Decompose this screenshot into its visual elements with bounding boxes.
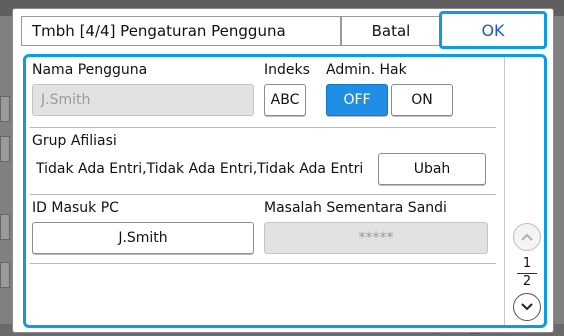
background-tab: [0, 262, 10, 288]
page-current: 1: [522, 256, 532, 271]
temp-password-field: *****: [264, 222, 488, 254]
temp-password-label: Masalah Sementara Sandi: [264, 200, 447, 216]
index-label: Indeks: [264, 62, 310, 78]
index-button[interactable]: ABC: [264, 84, 306, 116]
page-total: 2: [522, 274, 532, 289]
page-down-button[interactable]: [513, 293, 541, 321]
settings-form: Nama Pengguna J.Smith Indeks ABC Admin. …: [26, 57, 504, 325]
admin-on-button[interactable]: ON: [391, 84, 453, 116]
page-up-button[interactable]: [513, 223, 541, 251]
change-group-button[interactable]: Ubah: [378, 153, 486, 185]
pc-login-label: ID Masuk PC: [32, 200, 119, 216]
background-tab: [0, 214, 10, 240]
chevron-up-icon: [521, 233, 533, 241]
page-scroller: 1 2: [504, 57, 545, 325]
user-name-label: Nama Pengguna: [32, 62, 148, 78]
section-divider: [30, 194, 496, 195]
background-tab: [0, 96, 10, 122]
ok-button[interactable]: OK: [439, 11, 547, 49]
section-divider: [30, 263, 496, 264]
chevron-down-icon: [521, 303, 533, 311]
group-label: Grup Afiliasi: [32, 133, 117, 149]
background-tab: [0, 136, 10, 162]
group-value: Tidak Ada Entri,Tidak Ada Entri,Tidak Ad…: [36, 161, 364, 177]
user-settings-dialog: Tmbh [4/4] Pengaturan Pengguna Batal OK …: [12, 8, 554, 333]
admin-rights-label: Admin. Hak: [326, 62, 407, 78]
section-divider: [30, 127, 496, 128]
admin-off-button[interactable]: OFF: [326, 84, 388, 116]
cancel-button[interactable]: Batal: [341, 16, 441, 46]
settings-panel: Nama Pengguna J.Smith Indeks ABC Admin. …: [23, 54, 547, 328]
pc-login-button[interactable]: J.Smith: [32, 222, 254, 254]
dialog-title-bar: Tmbh [4/4] Pengaturan Pengguna Batal OK: [13, 9, 553, 53]
dialog-title: Tmbh [4/4] Pengaturan Pengguna: [21, 16, 341, 46]
user-name-field: J.Smith: [32, 84, 254, 116]
